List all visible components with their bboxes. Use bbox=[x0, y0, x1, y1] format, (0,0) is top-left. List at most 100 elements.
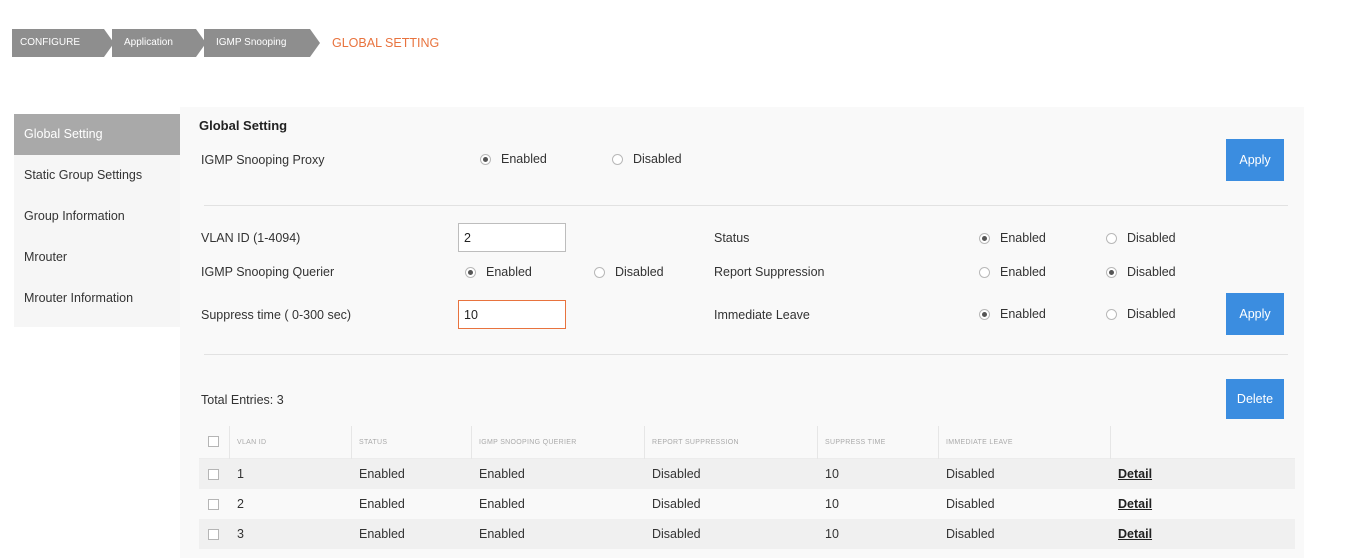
status-disabled-radio[interactable] bbox=[1106, 232, 1117, 244]
detail-link[interactable]: Detail bbox=[1118, 497, 1152, 511]
proxy-label: IGMP Snooping Proxy bbox=[201, 153, 325, 167]
cell-report-suppression: Disabled bbox=[652, 527, 701, 541]
column-header: STATUS bbox=[352, 425, 472, 459]
querier-disabled-label: Disabled bbox=[615, 265, 664, 279]
breadcrumb: CONFIGURE Application IGMP Snooping GLOB… bbox=[12, 29, 439, 57]
row-checkbox[interactable] bbox=[208, 469, 219, 481]
delete-button[interactable]: Delete bbox=[1226, 379, 1284, 419]
row-checkbox[interactable] bbox=[208, 529, 219, 541]
cell-querier: Enabled bbox=[479, 527, 525, 541]
querier-disabled-radio[interactable] bbox=[594, 266, 605, 278]
column-header-action bbox=[1111, 426, 1271, 459]
proxy-disabled-label: Disabled bbox=[633, 152, 682, 166]
cell-status: Enabled bbox=[359, 467, 405, 481]
cell-action: Detail bbox=[1111, 489, 1271, 519]
cell-immediate-leave: Disabled bbox=[946, 527, 995, 541]
column-header: REPORT SUPPRESSION bbox=[645, 425, 818, 459]
column-header: IGMP SNOOPING QUERIER bbox=[472, 425, 645, 459]
immediate-leave-label: Immediate Leave bbox=[714, 308, 810, 322]
proxy-enabled-label: Enabled bbox=[501, 152, 547, 166]
detail-link[interactable]: Detail bbox=[1118, 527, 1152, 541]
cell-immediate-leave: Disabled bbox=[946, 467, 995, 481]
querier-enabled-label: Enabled bbox=[486, 265, 532, 279]
divider bbox=[204, 205, 1288, 206]
status-disabled-label: Disabled bbox=[1127, 231, 1176, 245]
cell-vlan-id: 1 bbox=[237, 467, 244, 481]
report-disabled-label: Disabled bbox=[1127, 265, 1176, 279]
table-header: VLAN ID STATUS IGMP SNOOPING QUERIER REP… bbox=[199, 425, 1295, 459]
leave-enabled-option[interactable]: Enabled bbox=[979, 307, 1046, 321]
divider bbox=[204, 354, 1288, 355]
cell-status: Enabled bbox=[359, 497, 405, 511]
row-checkbox[interactable] bbox=[208, 499, 219, 511]
table-row: 2 Enabled Enabled Disabled 10 Disabled D… bbox=[199, 489, 1295, 519]
cell-report-suppression: Disabled bbox=[652, 467, 701, 481]
vlan-apply-button[interactable]: Apply bbox=[1226, 293, 1284, 335]
status-label: Status bbox=[714, 231, 750, 245]
breadcrumb-application[interactable]: Application bbox=[112, 29, 206, 57]
leave-enabled-label: Enabled bbox=[1000, 307, 1046, 321]
cell-querier: Enabled bbox=[479, 497, 525, 511]
column-header: SUPPRESS TIME bbox=[818, 425, 939, 459]
cell-suppress-time: 10 bbox=[825, 527, 839, 541]
proxy-enabled-radio[interactable] bbox=[480, 153, 491, 165]
suppress-time-input[interactable] bbox=[458, 300, 566, 329]
sidebar-item-mrouter-information[interactable]: Mrouter Information bbox=[14, 278, 180, 319]
querier-label: IGMP Snooping Querier bbox=[201, 265, 335, 279]
select-all-checkbox[interactable] bbox=[208, 436, 219, 448]
report-disabled-radio[interactable] bbox=[1106, 266, 1117, 278]
cell-status: Enabled bbox=[359, 527, 405, 541]
status-enabled-radio[interactable] bbox=[979, 232, 990, 244]
breadcrumb-igmp-snooping[interactable]: IGMP Snooping bbox=[204, 29, 320, 57]
row-select-cell bbox=[199, 459, 230, 489]
querier-enabled-option[interactable]: Enabled bbox=[465, 265, 532, 279]
status-enabled-option[interactable]: Enabled bbox=[979, 231, 1046, 245]
select-all-cell bbox=[199, 425, 230, 459]
total-entries: Total Entries: 3 bbox=[201, 393, 284, 407]
detail-link[interactable]: Detail bbox=[1118, 467, 1152, 481]
proxy-enabled-option[interactable]: Enabled bbox=[480, 152, 547, 166]
cell-immediate-leave: Disabled bbox=[946, 497, 995, 511]
report-enabled-option[interactable]: Enabled bbox=[979, 265, 1046, 279]
suppress-time-label: Suppress time ( 0-300 sec) bbox=[201, 308, 352, 322]
sidebar-item-global-setting[interactable]: Global Setting bbox=[14, 114, 180, 155]
leave-disabled-option[interactable]: Disabled bbox=[1106, 307, 1176, 321]
proxy-disabled-radio[interactable] bbox=[612, 153, 623, 165]
breadcrumb-current: GLOBAL SETTING bbox=[332, 36, 440, 50]
querier-enabled-radio[interactable] bbox=[465, 266, 476, 278]
vlan-table: VLAN ID STATUS IGMP SNOOPING QUERIER REP… bbox=[199, 425, 1295, 549]
column-header: VLAN ID bbox=[230, 425, 352, 459]
sidebar-item-group-information[interactable]: Group Information bbox=[14, 196, 180, 237]
status-enabled-label: Enabled bbox=[1000, 231, 1046, 245]
report-disabled-option[interactable]: Disabled bbox=[1106, 265, 1176, 279]
sidebar-item-mrouter[interactable]: Mrouter bbox=[14, 237, 180, 278]
cell-vlan-id: 2 bbox=[237, 497, 244, 511]
column-header: IMMEDIATE LEAVE bbox=[939, 425, 1111, 459]
status-disabled-option[interactable]: Disabled bbox=[1106, 231, 1176, 245]
querier-disabled-option[interactable]: Disabled bbox=[594, 265, 664, 279]
cell-action: Detail bbox=[1111, 519, 1271, 549]
row-select-cell bbox=[199, 519, 230, 549]
sidebar-item-static-group-settings[interactable]: Static Group Settings bbox=[14, 155, 180, 196]
table-row: 1 Enabled Enabled Disabled 10 Disabled D… bbox=[199, 459, 1295, 489]
global-apply-button[interactable]: Apply bbox=[1226, 139, 1284, 181]
breadcrumb-configure[interactable]: CONFIGURE bbox=[12, 29, 114, 57]
table-row: 3 Enabled Enabled Disabled 10 Disabled D… bbox=[199, 519, 1295, 549]
leave-disabled-label: Disabled bbox=[1127, 307, 1176, 321]
vlan-id-label: VLAN ID (1-4094) bbox=[201, 231, 301, 245]
proxy-disabled-option[interactable]: Disabled bbox=[612, 152, 682, 166]
vlan-id-input[interactable] bbox=[458, 223, 566, 252]
cell-suppress-time: 10 bbox=[825, 467, 839, 481]
cell-action: Detail bbox=[1111, 459, 1271, 489]
section-title: Global Setting bbox=[199, 118, 288, 133]
report-enabled-radio[interactable] bbox=[979, 266, 990, 278]
cell-querier: Enabled bbox=[479, 467, 525, 481]
cell-suppress-time: 10 bbox=[825, 497, 839, 511]
leave-enabled-radio[interactable] bbox=[979, 308, 990, 320]
report-enabled-label: Enabled bbox=[1000, 265, 1046, 279]
row-select-cell bbox=[199, 489, 230, 519]
leave-disabled-radio[interactable] bbox=[1106, 308, 1117, 320]
report-suppression-label: Report Suppression bbox=[714, 265, 825, 279]
cell-report-suppression: Disabled bbox=[652, 497, 701, 511]
cell-vlan-id: 3 bbox=[237, 527, 244, 541]
